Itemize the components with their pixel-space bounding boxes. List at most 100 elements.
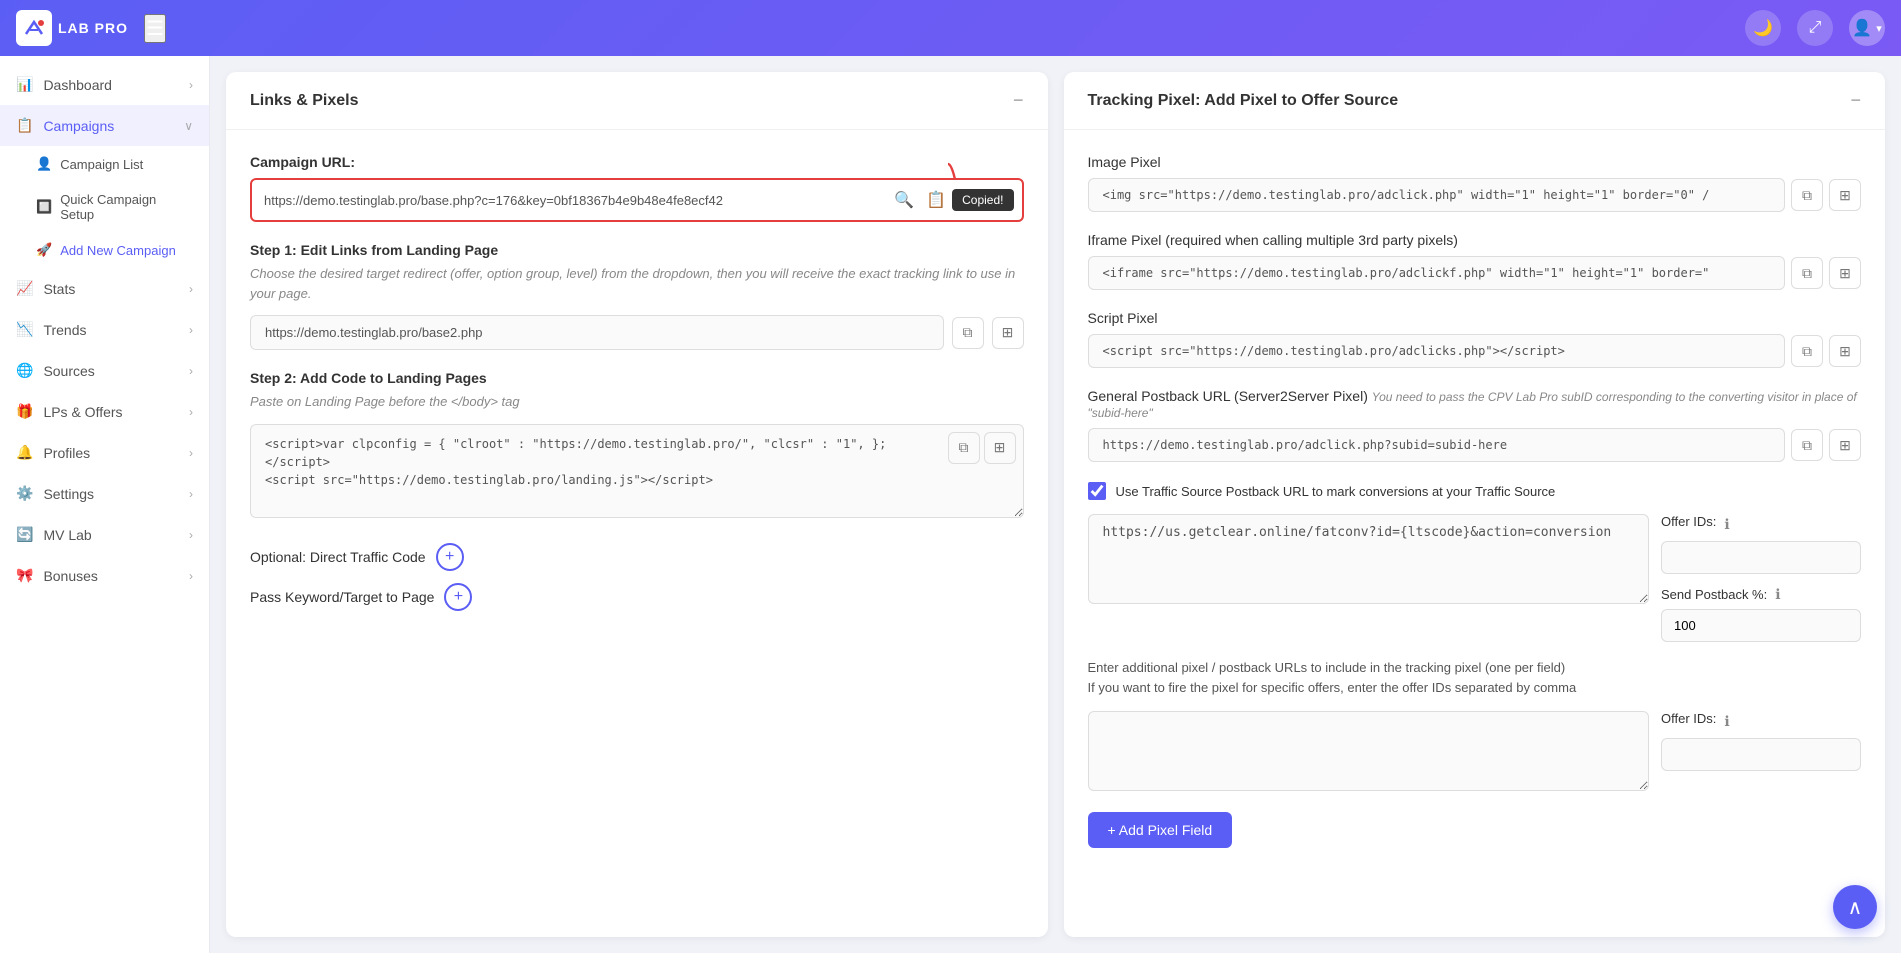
step2-qr-btn[interactable]: ⊞ xyxy=(984,432,1016,464)
campaigns-submenu: 👤 Campaign List 🔲 Quick Campaign Setup 🚀… xyxy=(0,146,209,268)
chevron-profiles: › xyxy=(189,446,193,460)
expand-button[interactable]: ⤢ xyxy=(1797,10,1833,46)
send-postback-info-icon[interactable]: ℹ xyxy=(1775,586,1780,603)
step2-code-wrapper: <script>var clpconfig = { "clroot" : "ht… xyxy=(250,424,1024,523)
links-pixels-minimize[interactable]: − xyxy=(1013,90,1024,111)
iframe-pixel-qr-btn[interactable]: ⊞ xyxy=(1829,257,1861,289)
arrow-wrapper: 🔍 📋 Copied! xyxy=(250,178,1024,222)
postback-grid: https://us.getclear.online/fatconv?id={l… xyxy=(1088,514,1862,642)
send-postback-label: Send Postback %: xyxy=(1661,587,1767,602)
step1-qr-btn[interactable]: ⊞ xyxy=(992,317,1024,349)
campaign-url-copy-btn[interactable]: 📋 xyxy=(920,184,952,216)
step1-url-input[interactable] xyxy=(250,315,944,350)
send-postback-block: Send Postback %: ℹ xyxy=(1661,586,1861,642)
hamburger-button[interactable]: ☰ xyxy=(144,14,166,43)
navbar: LAB PRO ☰ 🌙 ⤢ 👤 ▾ xyxy=(0,0,1901,56)
pass-keyword-section: Pass Keyword/Target to Page + xyxy=(250,583,1024,611)
sidebar-label-add-campaign: Add New Campaign xyxy=(60,243,176,258)
chevron-icon-campaigns: ∨ xyxy=(184,119,193,133)
campaign-url-input[interactable] xyxy=(252,185,888,216)
sidebar-item-sources[interactable]: 🌐 Sources › xyxy=(0,350,209,391)
user-chevron: ▾ xyxy=(1876,22,1882,35)
general-postback-copy-btn[interactable]: ⧉ xyxy=(1791,429,1823,461)
offer-ids-label: Offer IDs: xyxy=(1661,514,1716,529)
sidebar-item-stats[interactable]: 📈 Stats › xyxy=(0,268,209,309)
postback-checkbox[interactable] xyxy=(1088,482,1106,500)
user-icon: 👤 xyxy=(1852,18,1872,38)
scroll-top-button[interactable]: ∧ xyxy=(1833,885,1877,929)
campaign-url-search-btn[interactable]: 🔍 xyxy=(888,184,920,216)
step2-title: Step 2: Add Code to Landing Pages xyxy=(250,370,1024,386)
campaign-url-field: 🔍 📋 Copied! xyxy=(250,178,1024,222)
add-pixel-button[interactable]: + Add Pixel Field xyxy=(1088,812,1233,848)
sidebar-label-campaign-list: Campaign List xyxy=(60,157,143,172)
user-avatar[interactable]: 👤 ▾ xyxy=(1849,10,1885,46)
sidebar-label-bonuses: Bonuses xyxy=(43,568,97,584)
step1-copy-btn[interactable]: ⧉ xyxy=(952,317,984,349)
step2-desc: Paste on Landing Page before the </body>… xyxy=(250,392,1024,412)
campaigns-icon: 📋 xyxy=(16,117,33,134)
iframe-pixel-copy-btn[interactable]: ⧉ xyxy=(1791,257,1823,289)
sidebar-item-bonuses[interactable]: 🎀 Bonuses › xyxy=(0,555,209,596)
sidebar-item-settings[interactable]: ⚙️ Settings › xyxy=(0,473,209,514)
step2-copy-btn[interactable]: ⧉ xyxy=(948,432,980,464)
sidebar-label-lps: LPs & Offers xyxy=(43,404,122,420)
image-pixel-copy-btn[interactable]: ⧉ xyxy=(1791,179,1823,211)
extra-offer-ids-input[interactable] xyxy=(1661,738,1861,771)
extra-pixels-desc: Enter additional pixel / postback URLs t… xyxy=(1088,658,1862,697)
offer-ids-input[interactable] xyxy=(1661,541,1861,574)
profiles-icon: 🔔 xyxy=(16,444,33,461)
offer-ids-block: Offer IDs: ℹ xyxy=(1661,514,1861,574)
bonuses-icon: 🎀 xyxy=(16,567,33,584)
sidebar-item-add-campaign[interactable]: 🚀 Add New Campaign xyxy=(0,232,209,268)
step2-code-area[interactable]: <script>var clpconfig = { "clroot" : "ht… xyxy=(250,424,1024,518)
dark-mode-button[interactable]: 🌙 xyxy=(1745,10,1781,46)
image-pixel-row: ⧉ ⊞ xyxy=(1088,178,1862,212)
stats-icon: 📈 xyxy=(16,280,33,297)
script-pixel-qr-btn[interactable]: ⊞ xyxy=(1829,335,1861,367)
sidebar-label-stats: Stats xyxy=(43,281,75,297)
sidebar-item-quick-campaign[interactable]: 🔲 Quick Campaign Setup xyxy=(0,182,209,232)
general-postback-label: General Postback URL (Server2Server Pixe… xyxy=(1088,388,1862,420)
extra-offer-ids-label: Offer IDs: xyxy=(1661,711,1716,726)
sidebar-item-campaign-list[interactable]: 👤 Campaign List xyxy=(0,146,209,182)
sidebar-label-dashboard: Dashboard xyxy=(43,77,112,93)
optional-label: Optional: Direct Traffic Code xyxy=(250,549,426,565)
step1-desc: Choose the desired target redirect (offe… xyxy=(250,264,1024,303)
trends-icon: 📉 xyxy=(16,321,33,338)
sidebar-item-campaigns[interactable]: 📋 Campaigns ∨ xyxy=(0,105,209,146)
postback-url-textarea[interactable]: https://us.getclear.online/fatconv?id={l… xyxy=(1088,514,1650,604)
chevron-trends: › xyxy=(189,323,193,337)
script-pixel-copy-btn[interactable]: ⧉ xyxy=(1791,335,1823,367)
script-pixel-input[interactable] xyxy=(1088,334,1786,368)
step1-title: Step 1: Edit Links from Landing Page xyxy=(250,242,1024,258)
offer-ids-info-icon[interactable]: ℹ xyxy=(1724,516,1729,533)
tracking-pixel-body: Image Pixel ⧉ ⊞ Iframe Pixel (required w… xyxy=(1064,130,1886,872)
sidebar-label-mv-lab: MV Lab xyxy=(43,527,91,543)
general-postback-qr-btn[interactable]: ⊞ xyxy=(1829,429,1861,461)
offer-send-wrapper: Offer IDs: ℹ Send Postback %: ℹ xyxy=(1661,514,1861,642)
send-postback-input[interactable] xyxy=(1661,609,1861,642)
sidebar-item-dashboard[interactable]: 📊 Dashboard › xyxy=(0,64,209,105)
sidebar-item-mv-lab[interactable]: 🔄 MV Lab › xyxy=(0,514,209,555)
optional-plus-btn[interactable]: + xyxy=(436,543,464,571)
sidebar-item-lps[interactable]: 🎁 LPs & Offers › xyxy=(0,391,209,432)
sidebar: 📊 Dashboard › 📋 Campaigns ∨ 👤 Campaign L… xyxy=(0,56,210,953)
sidebar-label-trends: Trends xyxy=(43,322,86,338)
general-postback-section: General Postback URL (Server2Server Pixe… xyxy=(1088,388,1862,462)
extra-pixel-textarea[interactable] xyxy=(1088,711,1650,791)
image-pixel-input[interactable] xyxy=(1088,178,1786,212)
tracking-pixel-minimize[interactable]: − xyxy=(1850,90,1861,111)
image-pixel-qr-btn[interactable]: ⊞ xyxy=(1829,179,1861,211)
iframe-pixel-label: Iframe Pixel (required when calling mult… xyxy=(1088,232,1862,248)
chevron-icon: › xyxy=(189,78,193,92)
iframe-pixel-input[interactable] xyxy=(1088,256,1786,290)
chevron-stats: › xyxy=(189,282,193,296)
pass-keyword-plus-btn[interactable]: + xyxy=(444,583,472,611)
general-postback-input[interactable] xyxy=(1088,428,1786,462)
script-pixel-row: ⧉ ⊞ xyxy=(1088,334,1862,368)
sidebar-item-profiles[interactable]: 🔔 Profiles › xyxy=(0,432,209,473)
postback-checkbox-label: Use Traffic Source Postback URL to mark … xyxy=(1116,484,1556,499)
extra-offer-ids-info-icon[interactable]: ℹ xyxy=(1724,713,1729,730)
sidebar-item-trends[interactable]: 📉 Trends › xyxy=(0,309,209,350)
